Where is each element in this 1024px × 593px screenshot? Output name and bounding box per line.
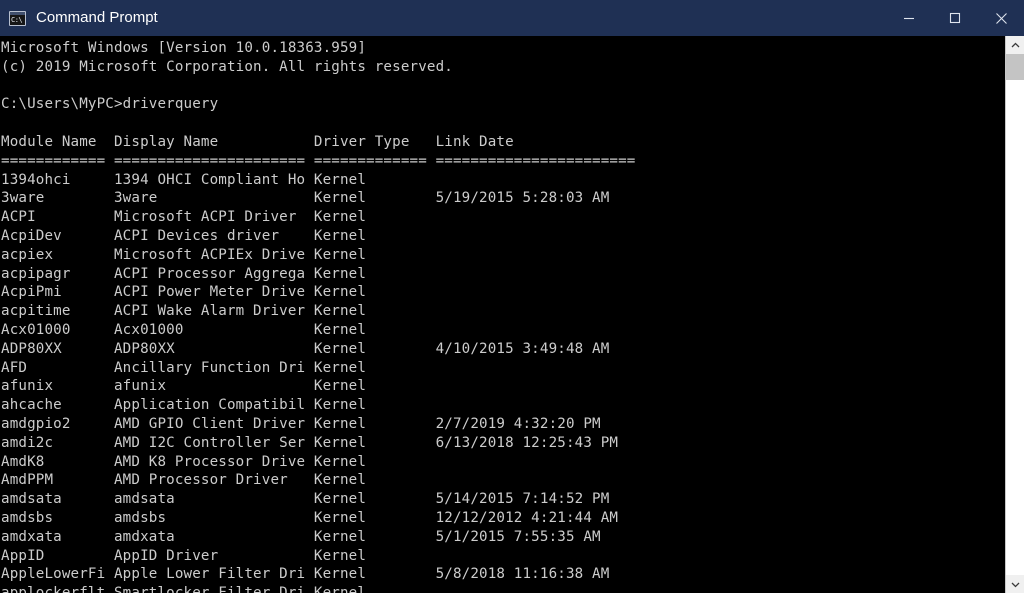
console-line: ADP80XX ADP80XX Kernel 4/10/2015 3:49:48… — [1, 340, 610, 357]
console-line: (c) 2019 Microsoft Corporation. All righ… — [1, 58, 453, 75]
cmd-icon[interactable]: C:\ — [9, 10, 26, 26]
console-line: afunix afunix Kernel — [1, 378, 367, 395]
close-button[interactable] — [978, 0, 1024, 36]
console-line: AcpiPmi ACPI Power Meter Drive Kernel — [1, 284, 367, 301]
console-line: ============ ====================== ====… — [1, 152, 636, 169]
console-line: AmdPPM AMD Processor Driver Kernel — [1, 472, 367, 489]
console-line: Module Name Display Name Driver Type Lin… — [1, 133, 514, 150]
console-output[interactable]: Microsoft Windows [Version 10.0.18363.95… — [0, 36, 1005, 593]
console-line: acpipagr ACPI Processor Aggrega Kernel — [1, 265, 367, 282]
console-line: AFD Ancillary Function Dri Kernel — [1, 359, 367, 376]
close-icon — [995, 12, 1007, 24]
title-bar-left: C:\ Command Prompt — [0, 0, 886, 36]
console-line: AppID AppID Driver Kernel — [1, 547, 367, 564]
console-line: applockerflt Smartlocker Filter Dri Kern… — [1, 584, 1005, 593]
maximize-button[interactable] — [932, 0, 978, 36]
console-line: acpitime ACPI Wake Alarm Driver Kernel — [1, 303, 367, 320]
window-title: Command Prompt — [36, 9, 158, 26]
console-line: amdi2c AMD I2C Controller Ser Kernel 6/1… — [1, 434, 619, 451]
console-line: ahcache Application Compatibil Kernel — [1, 397, 367, 414]
console-line: amdsata amdsata Kernel 5/14/2015 7:14:52… — [1, 491, 610, 508]
cmd-icon-prompt-glyph: C:\ — [10, 14, 25, 25]
minimize-icon — [904, 17, 914, 20]
minimize-button[interactable] — [886, 0, 932, 36]
title-bar[interactable]: C:\ Command Prompt — [0, 0, 1024, 36]
scroll-up-button[interactable] — [1006, 36, 1024, 54]
console-line: AmdK8 AMD K8 Processor Drive Kernel — [1, 453, 367, 470]
console-line: AppleLowerFi Apple Lower Filter Dri Kern… — [1, 566, 610, 583]
command-prompt-window: C:\ Command Prompt Microsoft Windows [Ve… — [0, 0, 1024, 593]
scrollbar-track[interactable] — [1006, 54, 1024, 575]
console-line: Acx01000 Acx01000 Kernel — [1, 321, 367, 338]
console-line: amdxata amdxata Kernel 5/1/2015 7:55:35 … — [1, 528, 601, 545]
console-line: Microsoft Windows [Version 10.0.18363.95… — [1, 40, 367, 56]
console-area[interactable]: Microsoft Windows [Version 10.0.18363.95… — [0, 36, 1024, 593]
console-line: ACPI Microsoft ACPI Driver Kernel — [1, 209, 367, 226]
window-controls — [886, 0, 1024, 36]
console-line: C:\Users\MyPC>driverquery — [1, 96, 219, 113]
console-scrollbar[interactable] — [1005, 36, 1024, 593]
chevron-up-icon — [1011, 42, 1019, 47]
scrollbar-thumb[interactable] — [1006, 54, 1024, 80]
console-line: acpiex Microsoft ACPIEx Drive Kernel — [1, 246, 367, 263]
console-line: amdgpio2 AMD GPIO Client Driver Kernel 2… — [1, 415, 601, 432]
maximize-icon — [949, 12, 961, 24]
console-line: amdsbs amdsbs Kernel 12/12/2012 4:21:44 … — [1, 509, 619, 526]
chevron-down-icon — [1011, 582, 1019, 587]
console-line: AcpiDev ACPI Devices driver Kernel — [1, 227, 367, 244]
scroll-down-button[interactable] — [1006, 575, 1024, 593]
console-line: 3ware 3ware Kernel 5/19/2015 5:28:03 AM — [1, 190, 610, 207]
console-line: 1394ohci 1394 OHCI Compliant Ho Kernel — [1, 171, 367, 188]
